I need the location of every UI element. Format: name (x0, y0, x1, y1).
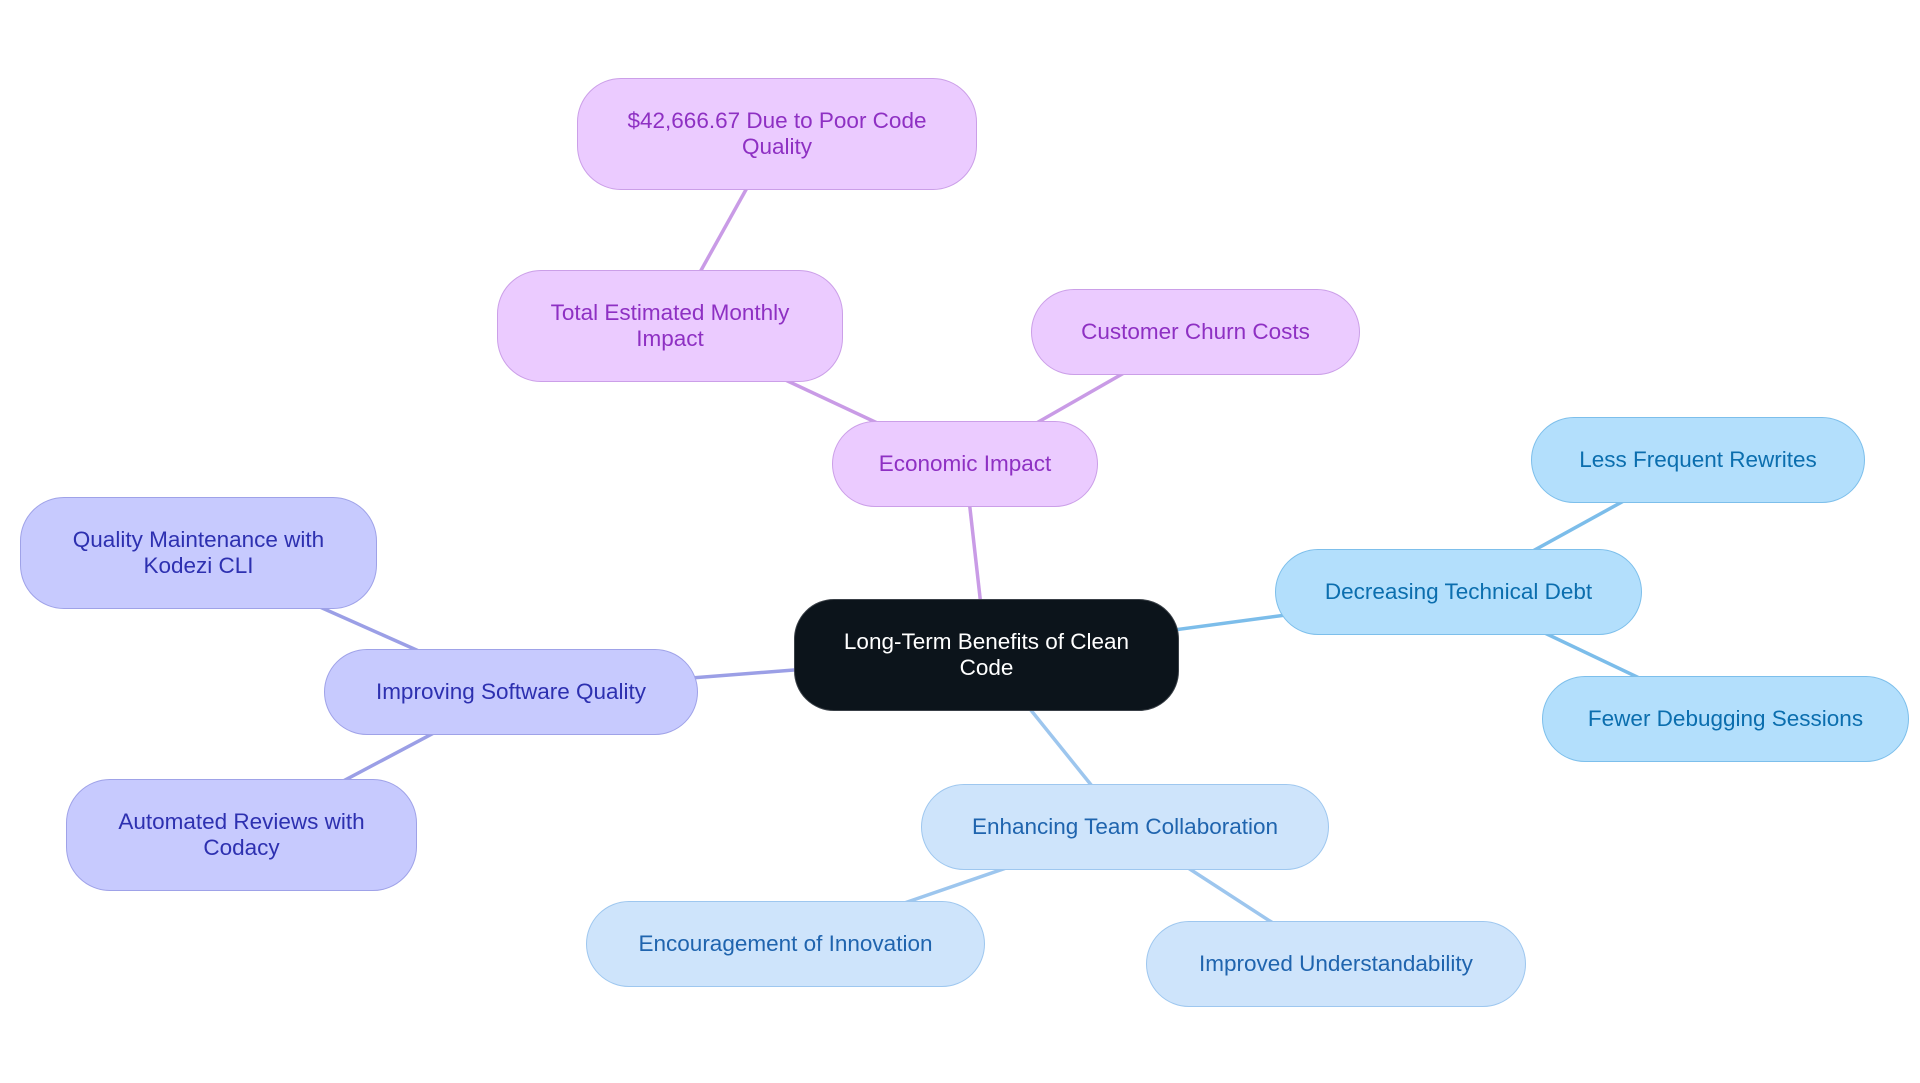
economic-impact-node[interactable]: Economic Impact (832, 421, 1098, 507)
innovation-label: Encouragement of Innovation (638, 931, 933, 956)
codacy-label: Automated Reviews with Codacy (118, 809, 365, 860)
understandability-label: Improved Understandability (1199, 951, 1473, 976)
team-collaboration-node[interactable]: Enhancing Team Collaboration (921, 784, 1329, 870)
customer-churn-label: Customer Churn Costs (1081, 319, 1310, 344)
poor-code-quality-cost-node[interactable]: $42,666.67 Due to Poor Code Quality (577, 78, 977, 190)
root-node-label: Long-Term Benefits of Clean Code (843, 629, 1130, 680)
monthly-impact-label: Total Estimated Monthly Impact (550, 300, 790, 351)
technical-debt-label: Decreasing Technical Debt (1324, 579, 1593, 604)
customer-churn-node[interactable]: Customer Churn Costs (1031, 289, 1360, 375)
codacy-node[interactable]: Automated Reviews with Codacy (66, 779, 417, 891)
economic-impact-label: Economic Impact (878, 451, 1052, 476)
root-node[interactable]: Long-Term Benefits of Clean Code (794, 599, 1179, 711)
less-rewrites-node[interactable]: Less Frequent Rewrites (1531, 417, 1865, 503)
less-rewrites-label: Less Frequent Rewrites (1579, 447, 1817, 472)
kodezi-cli-label: Quality Maintenance with Kodezi CLI (72, 527, 325, 578)
poor-code-quality-cost-label: $42,666.67 Due to Poor Code Quality (627, 108, 927, 159)
kodezi-cli-node[interactable]: Quality Maintenance with Kodezi CLI (20, 497, 377, 609)
software-quality-node[interactable]: Improving Software Quality (324, 649, 698, 735)
fewer-debugging-label: Fewer Debugging Sessions (1587, 706, 1864, 731)
understandability-node[interactable]: Improved Understandability (1146, 921, 1526, 1007)
monthly-impact-node[interactable]: Total Estimated Monthly Impact (497, 270, 843, 382)
software-quality-label: Improving Software Quality (375, 679, 647, 704)
technical-debt-node[interactable]: Decreasing Technical Debt (1275, 549, 1642, 635)
team-collaboration-label: Enhancing Team Collaboration (971, 814, 1279, 839)
innovation-node[interactable]: Encouragement of Innovation (586, 901, 985, 987)
fewer-debugging-node[interactable]: Fewer Debugging Sessions (1542, 676, 1909, 762)
